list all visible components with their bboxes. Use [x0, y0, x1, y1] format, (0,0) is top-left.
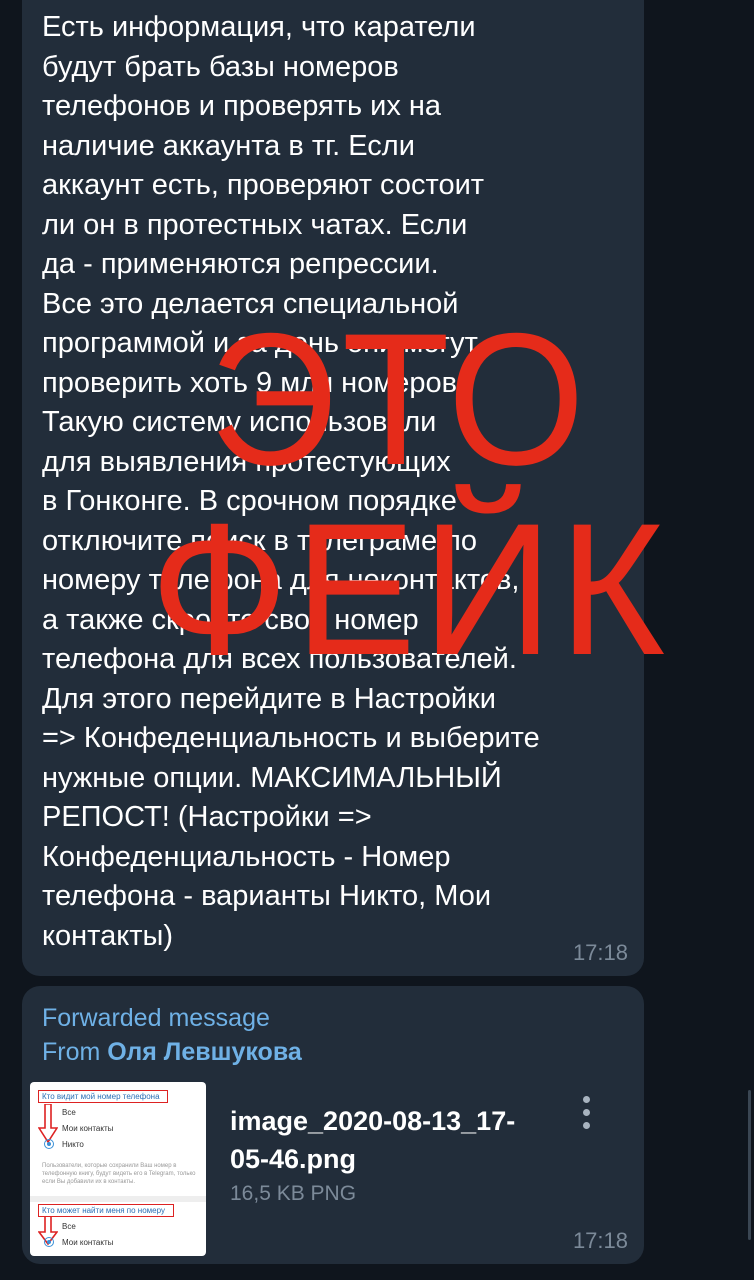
file-meta: 16,5 KB PNG: [230, 1182, 357, 1205]
scrollbar[interactable]: [748, 1090, 751, 1240]
message-time: 17:18: [572, 1228, 628, 1253]
thumb-option: Все: [62, 1108, 76, 1117]
thumb-note: Пользователи, которые сохранили Ваш номе…: [42, 1163, 196, 1185]
thumb-divider: [30, 1196, 206, 1202]
forwarded-message-bubble[interactable]: Forwarded message From Оля Левшукова Кто…: [22, 986, 644, 1264]
thumb-heading-2: Кто может найти меня по номеру: [38, 1204, 174, 1217]
message-time: 17:18: [572, 940, 628, 965]
forwarded-label: Forwarded message: [42, 1004, 270, 1032]
red-arrow-icon: [38, 1104, 58, 1144]
from-prefix: From: [42, 1038, 101, 1066]
thumb-option: Никто: [62, 1140, 84, 1149]
thumb-option: Все: [62, 1222, 76, 1231]
thumb-option: Мои контакты: [62, 1124, 114, 1133]
thumb-option: Мои контакты: [62, 1238, 114, 1247]
radio-selected-icon: [44, 1237, 54, 1247]
more-options-icon[interactable]: [580, 1096, 592, 1136]
thumb-heading-1: Кто видит мой номер телефона: [38, 1090, 168, 1103]
forwarded-from[interactable]: From Оля Левшукова: [42, 1038, 302, 1067]
image-thumbnail[interactable]: Кто видит мой номер телефона Все Мои кон…: [30, 1082, 206, 1256]
from-name[interactable]: Оля Левшукова: [107, 1038, 301, 1066]
file-name[interactable]: image_2020-08-13_17- 05-46.png: [230, 1102, 570, 1178]
message-bubble[interactable]: Есть информация, что каратели будут брат…: [22, 0, 665, 976]
radio-selected-icon: [44, 1139, 54, 1149]
message-text: Есть информация, что каратели будут брат…: [42, 11, 540, 952]
